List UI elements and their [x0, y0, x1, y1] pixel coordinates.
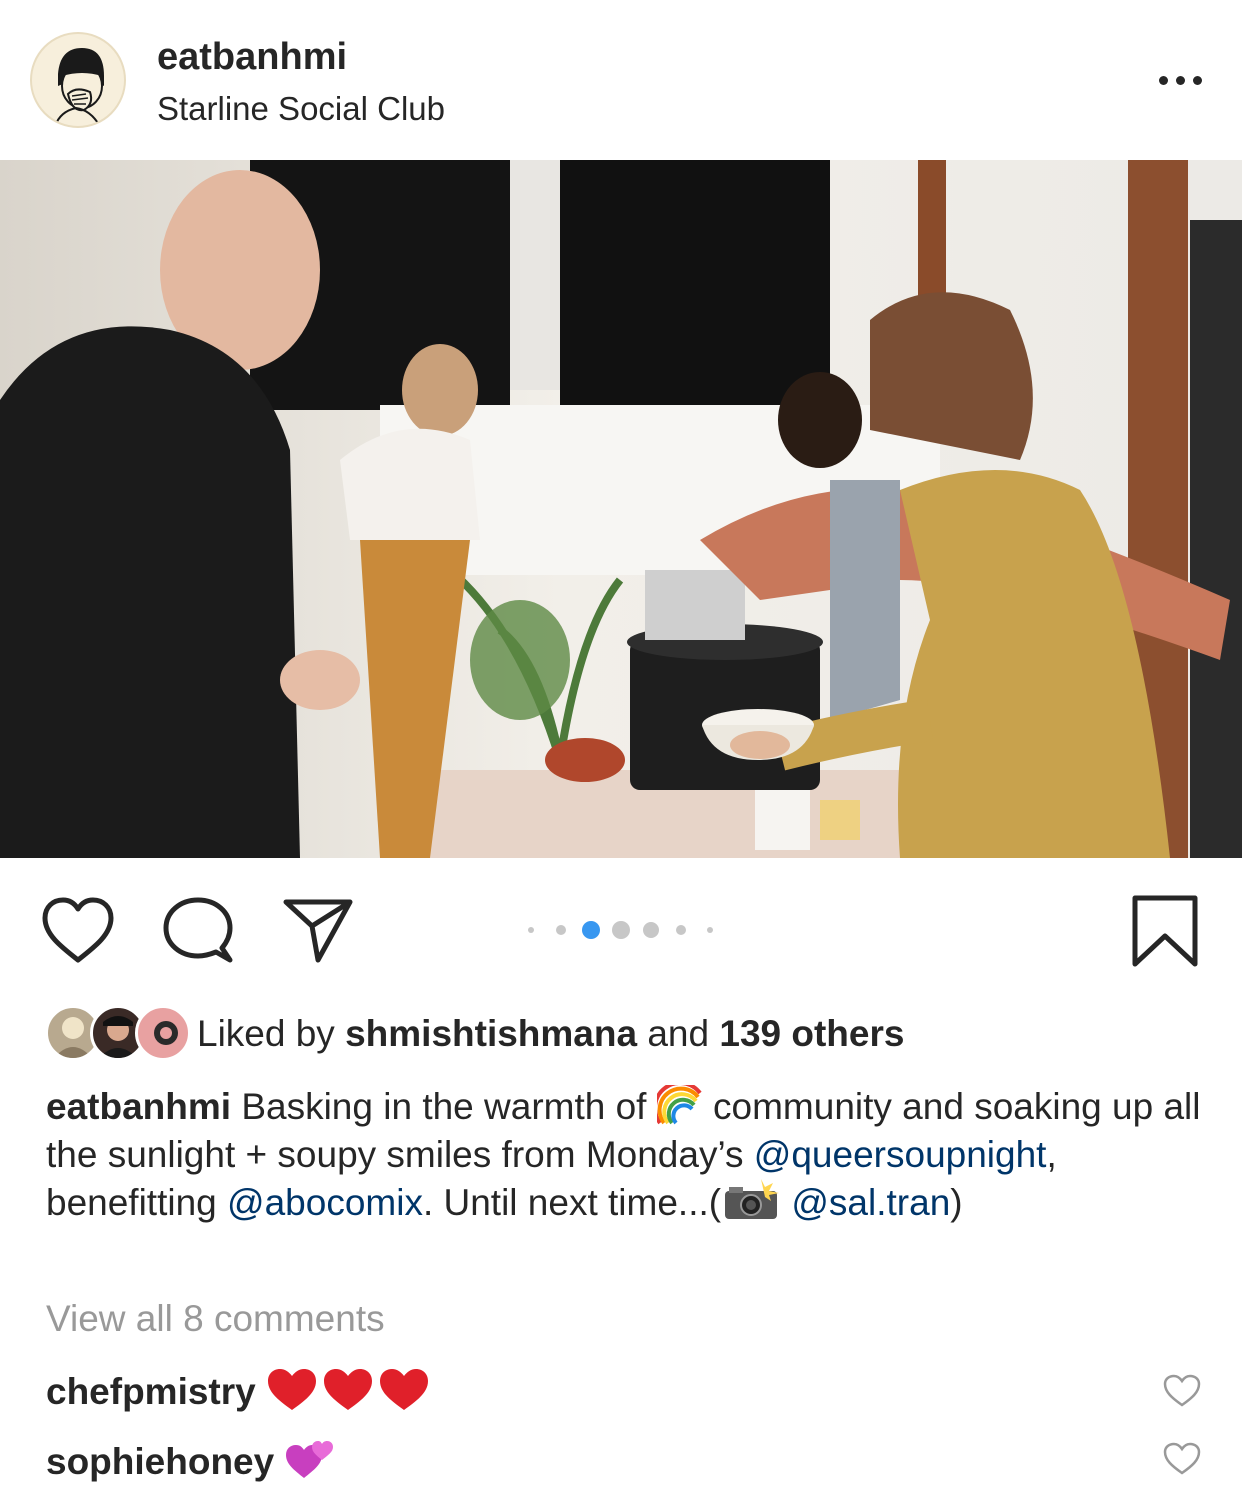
carousel-dot [556, 925, 566, 935]
direct-share-icon[interactable] [280, 896, 356, 966]
first-liker-link[interactable]: shmishtishmana [345, 1013, 637, 1054]
comment-emoji [266, 1369, 430, 1412]
carousel-dot [612, 921, 630, 939]
view-all-comments-link[interactable]: View all 8 comments [46, 1298, 385, 1340]
comment-icon[interactable] [160, 896, 236, 966]
mention-link[interactable]: @sal.tran [791, 1182, 950, 1223]
caption-text: . Until next time...( [422, 1182, 722, 1223]
carousel-dot [707, 927, 713, 933]
comment-username[interactable]: chefpmistry [46, 1371, 256, 1412]
comment-like-heart-icon[interactable] [1163, 1374, 1201, 1408]
dot [1192, 75, 1202, 85]
comment-row: sophiehoney [46, 1438, 336, 1483]
instagram-post: eatbanhmi Starline Social Club Liked by … [0, 0, 1242, 1499]
comment-emoji [284, 1441, 336, 1482]
red-heart-icon [268, 1369, 317, 1410]
dot [1175, 75, 1185, 85]
avatar[interactable] [30, 32, 126, 128]
likes-summary: Liked by shmishtishmana and 139 others [197, 1013, 904, 1055]
rainbow-icon [656, 1085, 702, 1125]
comment-row: chefpmistry [46, 1368, 430, 1413]
likes-row[interactable]: Liked by shmishtishmana and 139 others [45, 1005, 1195, 1061]
mention-link[interactable]: @queersoupnight [754, 1134, 1047, 1175]
photo-illustration [0, 160, 1242, 858]
carousel-indicator [528, 921, 713, 939]
carousel-dot [643, 922, 659, 938]
post-username[interactable]: eatbanhmi [157, 36, 347, 79]
post-header: eatbanhmi Starline Social Club [0, 0, 1242, 160]
likes-others-link[interactable]: 139 others [719, 1013, 904, 1054]
bookmark-icon[interactable] [1130, 894, 1200, 968]
heart-icon[interactable] [40, 896, 116, 966]
caption-text: Basking in the warmth of [231, 1086, 657, 1127]
likes-and: and [637, 1013, 720, 1054]
liker-avatar [135, 1005, 191, 1061]
mention-link[interactable]: @abocomix [227, 1182, 423, 1223]
post-caption: eatbanhmi Basking in the warmth of commu… [46, 1083, 1206, 1227]
caption-text [781, 1182, 791, 1223]
camera-flash-icon [725, 1179, 780, 1219]
red-heart-icon [324, 1369, 373, 1410]
avatar-illustration-icon [54, 48, 104, 126]
carousel-dot [676, 925, 686, 935]
comment-username[interactable]: sophiehoney [46, 1441, 274, 1482]
comment-like-heart-icon[interactable] [1163, 1442, 1201, 1476]
likes-prefix: Liked by [197, 1013, 346, 1054]
carousel-dot-active [582, 921, 600, 939]
post-photo[interactable] [0, 160, 1242, 858]
dot [1158, 75, 1168, 85]
revolving-hearts-icon [286, 1441, 334, 1478]
caption-text: ) [950, 1182, 963, 1223]
more-options-icon[interactable] [1150, 60, 1210, 100]
carousel-dot [528, 927, 534, 933]
red-heart-icon [380, 1369, 429, 1410]
caption-author[interactable]: eatbanhmi [46, 1086, 231, 1127]
post-location[interactable]: Starline Social Club [157, 90, 445, 128]
